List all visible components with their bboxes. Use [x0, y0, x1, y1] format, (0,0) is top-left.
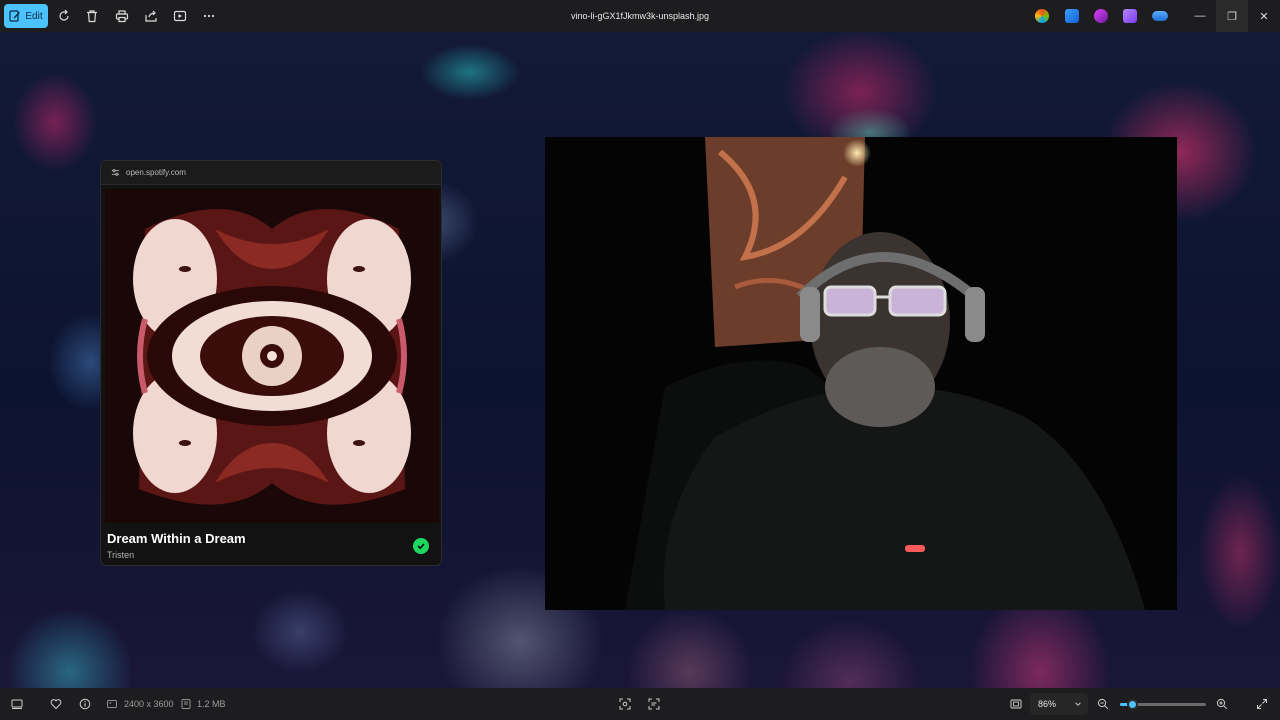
file-name: vino-li-gGX1fJkmw3k-unsplash.jpg — [570, 11, 710, 21]
copilot-icon[interactable] — [1035, 9, 1049, 23]
zoom-in-icon[interactable] — [1214, 696, 1230, 712]
zoom-out-icon[interactable] — [1095, 696, 1111, 712]
minimize-button[interactable]: — — [1184, 0, 1216, 32]
info-icon[interactable] — [77, 696, 93, 712]
track-title[interactable]: Dream Within a Dream — [107, 531, 246, 546]
zoom-slider[interactable] — [1120, 699, 1206, 710]
restore-button[interactable]: ❐ — [1216, 0, 1248, 32]
saved-check-icon[interactable] — [413, 538, 429, 554]
track-artist[interactable]: Tristen — [107, 550, 134, 560]
onedrive-icon[interactable] — [1152, 11, 1168, 21]
spotify-miniplayer[interactable]: open.spotify.com Dream Within a Dream Tr… — [100, 160, 442, 566]
album-art — [105, 189, 439, 523]
app-blue-icon[interactable] — [1065, 9, 1079, 23]
file-size: 1.2 MB — [197, 699, 226, 709]
app-clipchamp-icon[interactable] — [1094, 9, 1108, 23]
filmstrip-icon[interactable] — [9, 696, 25, 712]
zoom-dropdown[interactable]: 86% — [1030, 693, 1088, 715]
spotify-url-bar: open.spotify.com — [101, 161, 441, 185]
more-icon[interactable] — [199, 6, 219, 26]
favorite-icon[interactable] — [48, 696, 64, 712]
fit-to-window-icon[interactable] — [1008, 696, 1024, 712]
zoom-slider-thumb[interactable] — [1126, 699, 1138, 710]
edit-icon — [9, 10, 21, 22]
spotify-url: open.spotify.com — [126, 168, 186, 177]
edit-label: Edit — [25, 10, 43, 22]
share-icon[interactable] — [141, 6, 161, 26]
zoom-level: 86% — [1038, 699, 1057, 709]
print-icon[interactable] — [112, 6, 132, 26]
rotate-icon[interactable] — [54, 6, 74, 26]
webcam-video — [545, 137, 1177, 610]
dimensions-icon — [104, 696, 120, 712]
slideshow-icon[interactable] — [170, 6, 190, 26]
visual-search-icon[interactable] — [617, 696, 633, 712]
file-size-icon — [178, 696, 194, 712]
text-scan-icon[interactable] — [646, 696, 662, 712]
app-purple-icon[interactable] — [1123, 9, 1137, 23]
status-bar: 2400 x 3600 1.2 MB 86% — [0, 688, 1280, 720]
image-dimensions: 2400 x 3600 — [124, 699, 174, 709]
edit-button[interactable]: Edit — [4, 4, 48, 28]
close-button[interactable]: ✕ — [1248, 0, 1280, 32]
chevron-down-icon — [1075, 702, 1081, 706]
fullscreen-icon[interactable] — [1254, 696, 1270, 712]
title-bar: Edit vino-li-gGX1fJkmw3k-unsplash.jpg — … — [0, 0, 1280, 32]
site-settings-icon[interactable] — [111, 168, 120, 177]
delete-icon[interactable] — [82, 6, 102, 26]
